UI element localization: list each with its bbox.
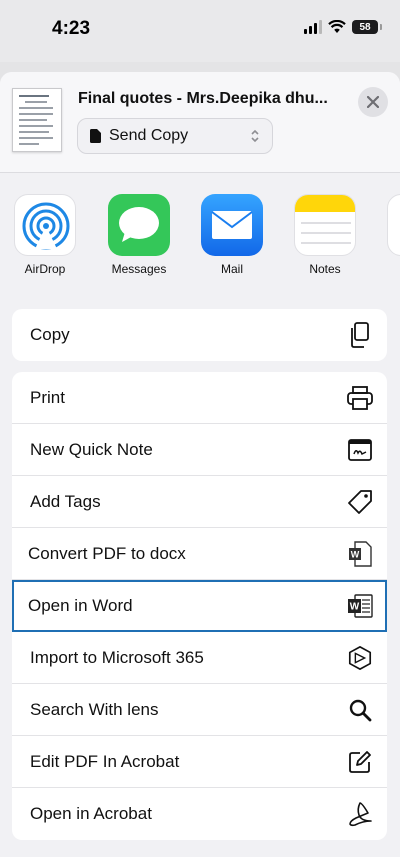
chevron-up-down-icon [251, 129, 259, 143]
airdrop-icon [14, 194, 76, 256]
status-icons: 58 [304, 20, 382, 34]
action-add-tags[interactable]: Add Tags [12, 476, 387, 528]
battery-icon: 58 [352, 20, 382, 34]
action-print[interactable]: Print [12, 372, 387, 424]
search-icon [347, 697, 373, 723]
action-new-quick-note[interactable]: New Quick Note [12, 424, 387, 476]
action-label: New Quick Note [30, 440, 153, 459]
document-title: Final quotes - Mrs.Deepika dhu... [78, 90, 328, 107]
status-bar: 4:23 58 [0, 0, 400, 62]
app-label: AirDrop [24, 262, 66, 276]
action-label: Add Tags [30, 492, 101, 511]
action-label: Print [30, 388, 65, 407]
action-search-with-lens[interactable]: Search With lens [12, 684, 387, 736]
document-thumbnail [12, 88, 62, 152]
share-sheet: Final quotes - Mrs.Deepika dhu... Send C… [0, 72, 400, 857]
document-icon [90, 129, 101, 143]
messages-icon [108, 194, 170, 256]
action-label: Copy [30, 325, 70, 344]
action-label: Search With lens [30, 700, 159, 719]
action-import-to-microsoft-365[interactable]: Import to Microsoft 365 [12, 632, 387, 684]
app-row: AirDrop Messages Mail Notes [0, 172, 400, 282]
status-time: 4:23 [52, 18, 91, 39]
action-open-in-acrobat[interactable]: Open in Acrobat [12, 788, 387, 840]
app-label: Notes [309, 262, 341, 276]
action-group-more: Print New Quick Note Add Tags Convert PD… [12, 372, 387, 840]
app-partial-icon [387, 194, 400, 256]
mail-icon [201, 194, 263, 256]
tag-icon [347, 489, 373, 515]
action-label: Open in Acrobat [30, 804, 152, 823]
action-label: Edit PDF In Acrobat [30, 752, 180, 771]
action-label: Import to Microsoft 365 [30, 648, 204, 667]
quick-note-icon [347, 437, 373, 463]
action-label: Convert PDF to docx [28, 544, 186, 563]
action-group-copy: Copy [12, 309, 387, 361]
share-sheet-screen: 4:23 58 Final quotes - Mrs.Deepika dhu..… [0, 0, 400, 857]
edit-icon [347, 749, 373, 775]
app-label: Mail [220, 262, 243, 276]
app-label: Messages [111, 262, 167, 276]
svg-text:W: W [351, 550, 360, 560]
svg-text:W: W [350, 602, 360, 613]
app-messages[interactable]: Messages [98, 194, 180, 276]
printer-icon [347, 385, 373, 411]
close-button[interactable] [358, 87, 388, 117]
copy-icon [347, 322, 373, 348]
action-convert-pdf-to-docx[interactable]: Convert PDF to docx W [12, 528, 387, 580]
signal-icon [304, 20, 322, 34]
close-icon [367, 96, 379, 108]
send-copy-selector[interactable]: Send Copy [77, 118, 273, 154]
action-edit-pdf-in-acrobat[interactable]: Edit PDF In Acrobat [12, 736, 387, 788]
action-open-in-word[interactable]: Open in Word W [12, 580, 387, 632]
battery-level: 58 [359, 21, 371, 33]
send-copy-label: Send Copy [109, 127, 189, 144]
app-partial[interactable] [377, 194, 400, 256]
microsoft-365-icon [347, 645, 373, 671]
acrobat-icon [347, 801, 373, 827]
sheet-header: Final quotes - Mrs.Deepika dhu... Send C… [0, 72, 400, 173]
action-label: Open in Word [28, 596, 133, 615]
action-copy[interactable]: Copy [12, 309, 387, 361]
notes-icon [294, 194, 356, 256]
app-mail[interactable]: Mail [191, 194, 273, 276]
app-airdrop[interactable]: AirDrop [4, 194, 86, 276]
word-doc-icon: W [347, 541, 373, 567]
wifi-icon [328, 20, 346, 33]
word-icon: W [347, 593, 373, 619]
app-notes[interactable]: Notes [284, 194, 366, 276]
